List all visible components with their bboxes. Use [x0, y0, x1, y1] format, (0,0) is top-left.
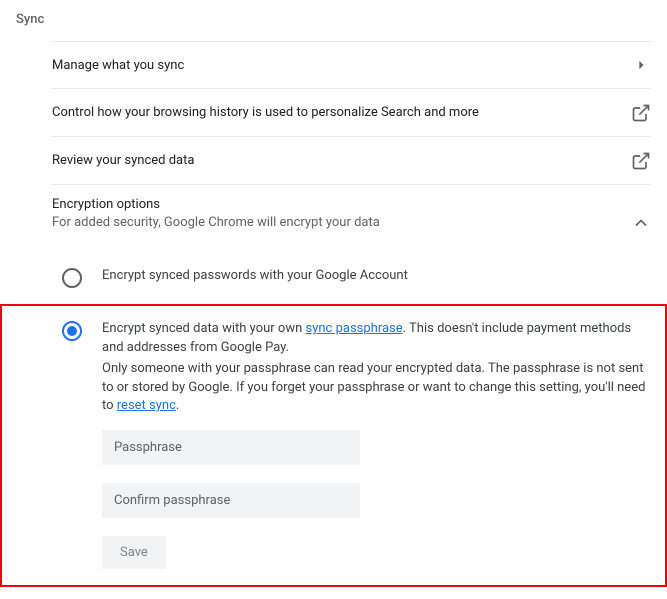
chevron-up-icon: [631, 213, 651, 233]
encrypt-passphrase-description: Only someone with your passphrase can re…: [102, 360, 655, 417]
radio-unselected[interactable]: [62, 268, 82, 288]
encrypt-google-account-option[interactable]: Encrypt synced passwords with your Googl…: [0, 257, 667, 298]
review-data-row[interactable]: Review your synced data: [52, 137, 651, 185]
encryption-options-row[interactable]: Encryption options For added security, G…: [52, 185, 651, 245]
section-title: Sync: [0, 12, 667, 41]
personalize-label: Control how your browsing history is use…: [52, 105, 479, 120]
encrypt-passphrase-label: Encrypt synced data with your own sync p…: [102, 320, 655, 358]
encryption-subtitle: For added security, Google Chrome will e…: [52, 215, 380, 230]
manage-sync-row[interactable]: Manage what you sync: [52, 41, 651, 89]
manage-sync-label: Manage what you sync: [52, 58, 184, 73]
external-link-icon: [631, 103, 651, 123]
radio-selected[interactable]: [62, 321, 82, 341]
encryption-title: Encryption options: [52, 197, 380, 212]
review-data-label: Review your synced data: [52, 153, 194, 168]
chevron-right-icon: [631, 55, 651, 75]
reset-sync-link[interactable]: reset sync: [117, 398, 176, 413]
personalize-row[interactable]: Control how your browsing history is use…: [52, 89, 651, 137]
encrypt-google-account-label: Encrypt synced passwords with your Googl…: [102, 267, 655, 286]
confirm-passphrase-input[interactable]: [102, 483, 360, 518]
encrypt-passphrase-option[interactable]: Encrypt synced data with your own sync p…: [0, 304, 667, 587]
passphrase-input[interactable]: [102, 430, 360, 465]
external-link-icon: [631, 151, 651, 171]
save-button[interactable]: Save: [102, 536, 166, 569]
sync-passphrase-link[interactable]: sync passphrase: [306, 321, 403, 336]
